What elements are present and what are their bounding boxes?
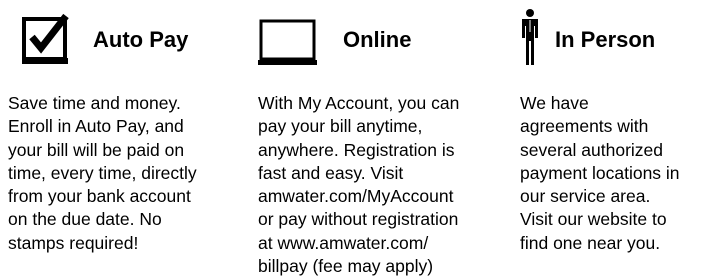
- online-description: With My Account, you can pay your bill a…: [258, 93, 460, 277]
- online-section: Online With My Account, you can pay your…: [245, 0, 510, 278]
- computer-screen-icon: [258, 19, 317, 65]
- autopay-section: Auto Pay Save time and money. Enroll in …: [0, 0, 245, 278]
- inperson-title: In Person: [555, 27, 656, 52]
- autopay-title: Auto Pay: [93, 27, 189, 52]
- checked-box-icon: [22, 13, 69, 64]
- inperson-description: We have agreements with several authoriz…: [520, 93, 680, 253]
- autopay-description: Save time and money. Enroll in Auto Pay,…: [8, 93, 197, 253]
- online-title: Online: [343, 27, 412, 52]
- person-icon: [522, 9, 538, 65]
- inperson-section: In Person We have agreements with severa…: [510, 0, 707, 278]
